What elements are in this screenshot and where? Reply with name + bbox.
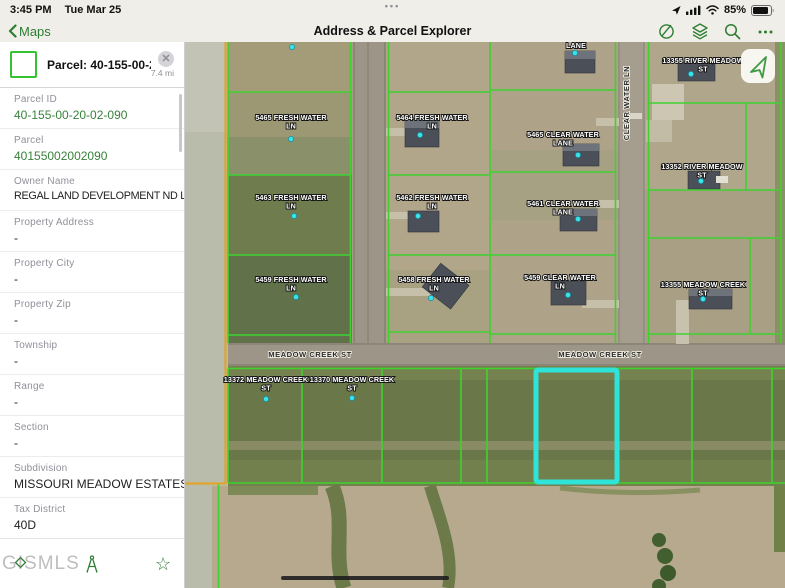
parcel-symbol-swatch — [10, 51, 37, 78]
field-owner-name: Owner Name REGAL LAND DEVELOPMENT ND LLC — [0, 170, 184, 211]
battery-icon — [751, 5, 775, 16]
parcel-address-label: LANE — [566, 42, 586, 50]
field-subdivision: Subdivision MISSOURI MEADOW ESTATES — [0, 457, 184, 498]
field-parcel: Parcel 40155002002090 — [0, 129, 184, 170]
multitask-dots-icon: ••• — [385, 1, 400, 11]
attribute-list: Parcel ID 40-155-00-20-02-090 Parcel 401… — [0, 88, 184, 544]
draw-sketch-button[interactable] — [657, 22, 676, 41]
ipad-screen: 3:45 PM Tue Mar 25 ••• 85% — [0, 0, 785, 588]
search-button[interactable] — [723, 22, 742, 41]
battery-percent: 85% — [724, 4, 746, 16]
home-indicator[interactable] — [281, 576, 449, 580]
compass-icon[interactable] — [84, 555, 100, 579]
cellular-signal-icon — [686, 5, 701, 15]
watermark: GISMLS — [2, 553, 80, 575]
parcel-card-header: Parcel: 40-155-00-20-0... ✕ 7.4 mi — [0, 42, 184, 88]
field-property-city: Property City - — [0, 252, 184, 293]
panel-footer-toolbar: GISMLS ☆ — [0, 544, 184, 588]
nav-toolbar — [657, 20, 775, 42]
gps-locate-button[interactable] — [741, 49, 775, 83]
status-right: 85% — [672, 4, 775, 16]
status-left: 3:45 PM Tue Mar 25 — [10, 4, 131, 16]
map-canvas[interactable]: LANE 13355 RIVER MEADOWST 5465 FRESH WAT… — [185, 42, 785, 588]
parcel-card-title: Parcel: 40-155-00-20-0... — [47, 58, 151, 72]
street-name-label: MEADOW CREEK ST — [558, 350, 641, 359]
star-icon[interactable]: ☆ — [155, 555, 171, 573]
field-parcel-id: Parcel ID 40-155-00-20-02-090 — [0, 88, 184, 129]
street-name-label: CLEAR WATER LN — [622, 66, 631, 140]
street-name-label: MEADOW CREEK ST — [268, 350, 351, 359]
field-property-zip: Property Zip - — [0, 293, 184, 334]
status-date: Tue Mar 25 — [65, 4, 122, 16]
wifi-icon — [706, 5, 719, 15]
status-bar: 3:45 PM Tue Mar 25 ••• 85% — [0, 0, 785, 20]
field-value-link[interactable]: 40155002002090 — [14, 149, 184, 163]
layers-button[interactable] — [690, 22, 709, 41]
map[interactable]: LANE 13355 RIVER MEADOWST 5465 FRESH WAT… — [185, 42, 785, 588]
close-icon[interactable]: ✕ — [158, 51, 174, 67]
field-range: Range - — [0, 375, 184, 416]
more-button[interactable] — [756, 22, 775, 41]
parcel-distance: 7.4 mi — [151, 68, 174, 78]
location-arrow-icon — [672, 6, 681, 15]
field-township: Township - — [0, 334, 184, 375]
sidebar-scrollbar[interactable] — [179, 94, 182, 152]
aerial-terrain — [185, 42, 785, 588]
field-value-link[interactable]: 40-155-00-20-02-090 — [14, 108, 184, 122]
field-property-address: Property Address - — [0, 211, 184, 252]
status-time: 3:45 PM — [10, 4, 52, 16]
field-section: Section - — [0, 416, 184, 457]
parcel-info-panel: Parcel: 40-155-00-20-0... ✕ 7.4 mi Parce… — [0, 42, 185, 588]
nav-bar: Maps Address & Parcel Explorer — [0, 20, 785, 43]
field-tax-district: Tax District 40D — [0, 498, 184, 539]
